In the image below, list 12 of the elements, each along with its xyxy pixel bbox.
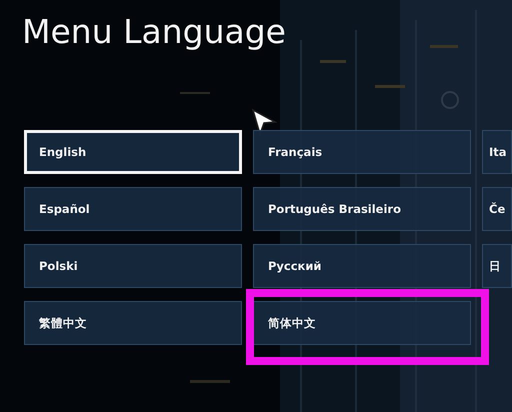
language-option[interactable]: Français	[253, 130, 471, 174]
language-option[interactable]: English	[24, 130, 242, 174]
language-option[interactable]: Русский	[253, 244, 471, 288]
language-option[interactable]: Português Brasileiro	[253, 187, 471, 232]
screen-title: Menu Language	[21, 11, 287, 50]
language-option[interactable]: Polski	[24, 244, 242, 288]
language-option[interactable]: Ita	[482, 130, 512, 174]
language-option[interactable]: Español	[24, 187, 242, 232]
language-option[interactable]: Če	[482, 187, 512, 232]
language-option[interactable]: 简体中文	[253, 301, 471, 346]
language-option[interactable]: 繁體中文	[24, 301, 242, 346]
language-option[interactable]: 日	[482, 244, 512, 288]
